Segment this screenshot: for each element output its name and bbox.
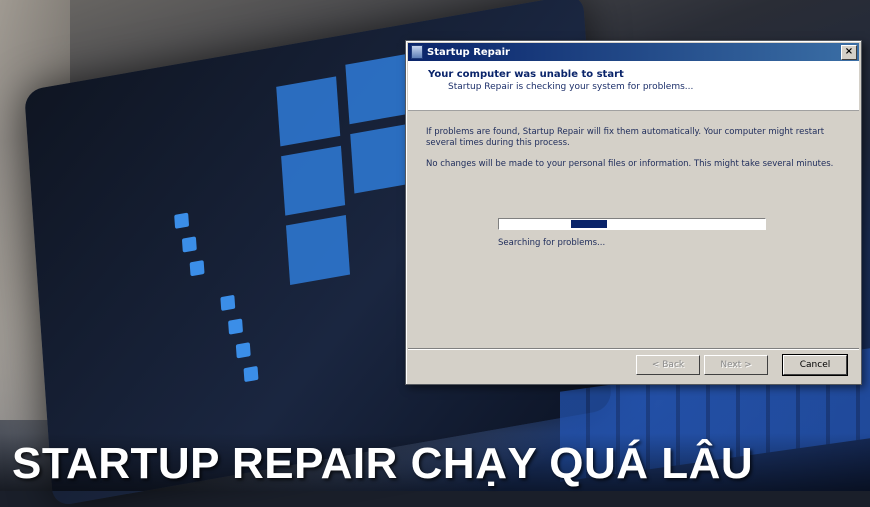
caption-banner: STARTUP REPAIR CHẠY QUÁ LÂU — [0, 433, 870, 491]
progress-section: Searching for problems... — [498, 218, 766, 248]
app-list-icon — [243, 365, 259, 383]
dialog-header: Your computer was unable to start Startu… — [408, 61, 859, 111]
start-tile — [276, 76, 341, 147]
caption-text: STARTUP REPAIR CHẠY QUÁ LÂU — [12, 439, 754, 488]
progress-bar — [498, 218, 766, 230]
header-title: Your computer was unable to start — [428, 69, 624, 80]
info-paragraph: If problems are found, Startup Repair wi… — [426, 127, 825, 148]
button-separator — [408, 348, 859, 350]
close-button[interactable]: × — [841, 44, 857, 60]
next-button[interactable]: Next > — [704, 355, 768, 375]
title-bar[interactable]: Startup Repair × — [408, 43, 859, 61]
app-list-icon — [189, 260, 205, 277]
progress-status: Searching for problems... — [498, 238, 606, 248]
window-title: Startup Repair — [427, 46, 510, 58]
start-tile — [345, 54, 410, 125]
dialog-body: If problems are found, Startup Repair wi… — [406, 111, 861, 170]
info-paragraph: No changes will be made to your personal… — [426, 159, 834, 169]
startup-repair-icon — [411, 45, 423, 59]
app-list-icon — [235, 342, 251, 359]
app-list-icon — [181, 236, 197, 253]
header-subtitle: Startup Repair is checking your system f… — [448, 82, 694, 92]
startup-repair-dialog: Startup Repair × Your computer was unabl… — [405, 40, 862, 385]
app-list-icon — [174, 212, 190, 229]
cancel-button[interactable]: Cancel — [782, 354, 848, 376]
start-tile — [281, 145, 346, 216]
app-list-icon — [220, 294, 236, 312]
progress-marquee — [571, 220, 607, 228]
back-button[interactable]: < Back — [636, 355, 700, 375]
app-list-icon — [228, 318, 244, 335]
start-tile — [285, 215, 351, 285]
